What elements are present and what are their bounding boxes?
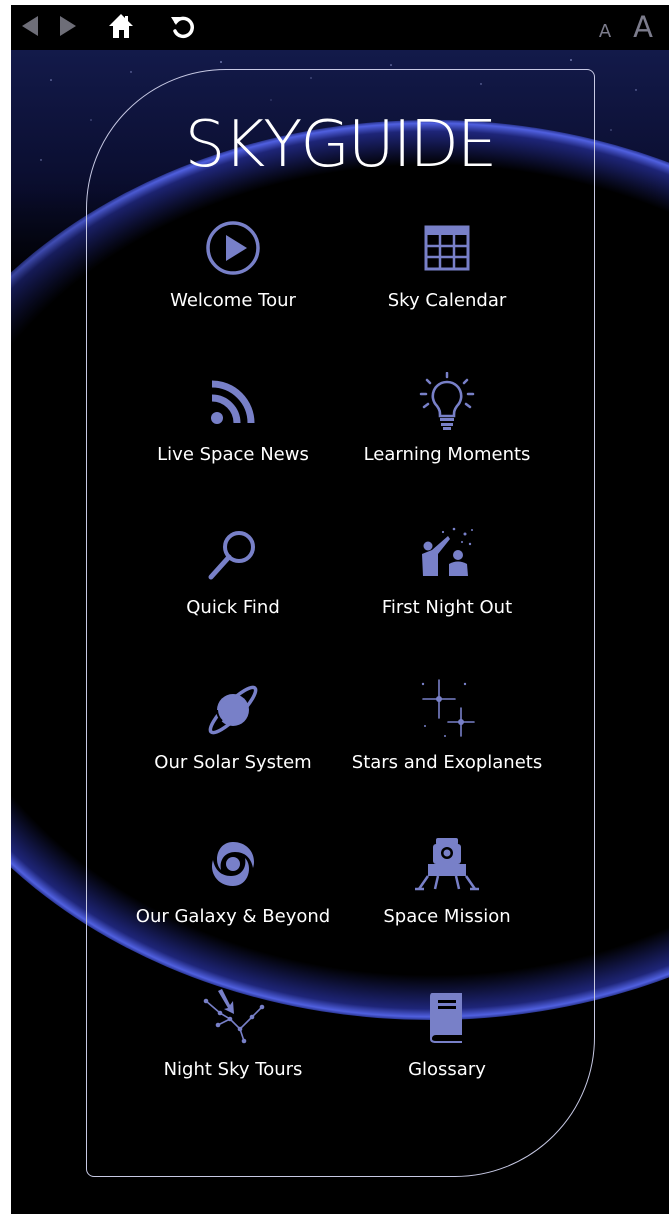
menu-item-learning-moments[interactable]: Learning Moments: [347, 372, 547, 465]
back-icon[interactable]: [17, 13, 43, 39]
constellation-pointer-icon: [133, 987, 333, 1047]
menu-item-label: Learning Moments: [363, 444, 531, 465]
app-window: A A SKYGUIDE Welcome Tour Sky Calendar L…: [11, 5, 669, 1214]
lunar-lander-icon: [347, 834, 547, 894]
menu-item-live-space-news[interactable]: Live Space News: [133, 372, 333, 465]
menu-item-space-mission[interactable]: Space Mission: [347, 834, 547, 927]
magnifier-icon: [133, 525, 333, 585]
menu-item-label: Space Mission: [383, 906, 511, 927]
menu-item-label: Our Solar System: [154, 752, 312, 773]
ringed-planet-icon: [133, 680, 333, 740]
font-size-small-button[interactable]: A: [595, 19, 615, 43]
home-icon[interactable]: [106, 11, 136, 41]
font-size-small-label: A: [598, 20, 612, 42]
calendar-grid-icon: [347, 218, 547, 278]
lightbulb-icon: [347, 372, 547, 432]
menu-item-welcome-tour[interactable]: Welcome Tour: [133, 218, 333, 311]
menu-item-first-night-out[interactable]: First Night Out: [347, 525, 547, 618]
menu-item-label: Night Sky Tours: [163, 1059, 303, 1080]
stargazers-icon: [347, 525, 547, 585]
menu-item-label: Stars and Exoplanets: [351, 752, 543, 773]
toolbar: A A: [11, 5, 669, 50]
menu-item-label: First Night Out: [381, 597, 513, 618]
sparkling-stars-icon: [347, 679, 547, 740]
rss-feed-icon: [133, 372, 333, 432]
book-icon: [347, 987, 547, 1047]
menu-item-quick-find[interactable]: Quick Find: [133, 525, 333, 618]
font-size-large-label: A: [633, 10, 653, 44]
menu-item-label: Welcome Tour: [170, 290, 296, 311]
menu-item-label: Live Space News: [157, 444, 309, 465]
refresh-icon[interactable]: [167, 11, 197, 41]
menu-item-label: Our Galaxy & Beyond: [135, 906, 331, 927]
font-size-large-button[interactable]: A: [628, 9, 658, 45]
menu-item-night-sky-tours[interactable]: Night Sky Tours: [133, 987, 333, 1080]
play-circle-icon: [133, 218, 333, 278]
menu-item-stars-and-exoplanets[interactable]: Stars and Exoplanets: [347, 679, 547, 773]
menu-item-our-galaxy-and-beyond[interactable]: Our Galaxy & Beyond: [133, 834, 333, 927]
menu-item-sky-calendar[interactable]: Sky Calendar: [347, 218, 547, 311]
menu-item-our-solar-system[interactable]: Our Solar System: [133, 680, 333, 773]
forward-icon[interactable]: [55, 13, 81, 39]
menu-item-label: Glossary: [408, 1059, 486, 1080]
app-title: SKYGUIDE: [184, 108, 498, 182]
menu-item-label: Quick Find: [186, 597, 280, 618]
menu-item-glossary[interactable]: Glossary: [347, 987, 547, 1080]
menu-item-label: Sky Calendar: [387, 290, 507, 311]
spiral-galaxy-icon: [133, 834, 333, 894]
